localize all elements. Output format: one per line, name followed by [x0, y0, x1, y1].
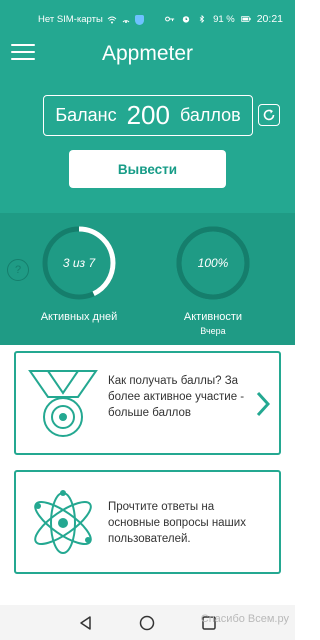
balance-box: Баланс 200 баллов — [43, 95, 253, 136]
faq-card[interactable]: Прочтите ответы на основные вопросы наши… — [14, 470, 281, 574]
activity-label: Активности — [183, 311, 243, 323]
back-icon[interactable] — [77, 614, 95, 632]
watermark: Спасибо Всем.ру — [200, 613, 289, 625]
atom-icon — [34, 490, 92, 554]
carrier-text: Нет SIM-карты — [38, 14, 103, 25]
how-to-earn-text: Как получать баллы? За более активное уч… — [108, 375, 245, 419]
home-icon[interactable] — [138, 614, 156, 632]
bluetooth-icon — [199, 15, 205, 23]
wifi-icon — [107, 16, 117, 23]
refresh-icon — [263, 109, 275, 121]
activity-sublabel: Вчера — [200, 326, 226, 336]
medal-icon — [28, 370, 98, 437]
clock-text: 20:21 — [256, 13, 283, 25]
balance-unit: баллов — [179, 105, 241, 125]
app-title: Appmeter — [101, 42, 194, 65]
key-icon — [165, 16, 175, 22]
app-header: Нет SIM-карты 91 % 20:21 Appmeter Баланс… — [0, 0, 295, 213]
chevron-right-icon — [256, 391, 270, 417]
activity-value: 100% — [197, 256, 229, 270]
faq-text: Прочтите ответы на основные вопросы наши… — [108, 501, 246, 545]
withdraw-button[interactable]: Вывести — [69, 150, 226, 188]
active-days-label: Активных дней — [40, 311, 118, 323]
status-bar: Нет SIM-карты 91 % 20:21 — [0, 0, 295, 36]
hotspot-icon — [122, 19, 130, 23]
refresh-button[interactable] — [258, 104, 280, 126]
active-days-value: 3 из 7 — [62, 256, 96, 270]
balance-label: Баланс — [55, 105, 117, 125]
help-button[interactable]: ? — [7, 259, 29, 281]
status-left: Нет SIM-карты — [38, 14, 144, 25]
alarm-icon — [182, 16, 190, 23]
battery-text: 91 % — [213, 13, 235, 25]
battery-icon — [240, 16, 251, 22]
balance-value: 200 — [126, 100, 170, 130]
stats-panel: ? 3 из 7 Активных дней 100% Активности В… — [0, 213, 295, 345]
shield-icon — [134, 14, 144, 25]
status-right: 91 % 20:21 — [165, 13, 283, 25]
how-to-earn-card[interactable]: Как получать баллы? За более активное уч… — [14, 351, 281, 455]
